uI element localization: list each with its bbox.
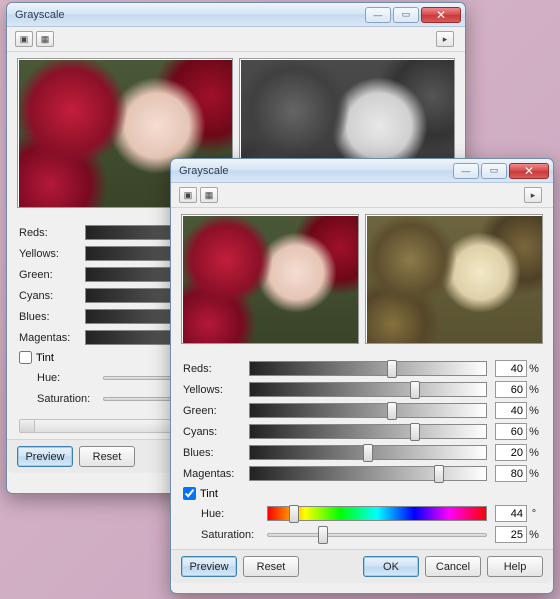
window-title: Grayscale (15, 9, 363, 21)
play-icon[interactable]: ▸ (436, 31, 454, 47)
saturation-label: Saturation: (201, 529, 261, 541)
yellows-slider[interactable] (249, 382, 487, 397)
tint-checkbox[interactable] (19, 351, 32, 364)
yellows-value[interactable] (495, 381, 527, 398)
help-button[interactable]: Help (487, 556, 543, 577)
ok-button[interactable]: OK (363, 556, 419, 577)
close-button[interactable]: ✕ (509, 163, 549, 179)
blues-row: Blues: % (183, 442, 541, 463)
green-value[interactable] (495, 402, 527, 419)
unit: % (527, 468, 541, 480)
cyans-slider[interactable] (249, 424, 487, 439)
preview-original (181, 214, 359, 344)
unit: % (527, 363, 541, 375)
tint-checkbox[interactable] (183, 487, 196, 500)
saturation-row: Saturation: % (183, 524, 541, 545)
hue-slider[interactable] (267, 506, 487, 521)
green-slider[interactable] (249, 403, 487, 418)
play-icon[interactable]: ▸ (524, 187, 542, 203)
cyans-label: Cyans: (183, 426, 243, 438)
reds-label: Reds: (183, 363, 243, 375)
blues-label: Blues: (183, 447, 243, 459)
blues-label: Blues: (19, 311, 79, 323)
cyans-label: Cyans: (19, 290, 79, 302)
reset-button[interactable]: Reset (79, 446, 135, 467)
window-title: Grayscale (179, 165, 451, 177)
yellows-label: Yellows: (183, 384, 243, 396)
saturation-label: Saturation: (37, 393, 97, 405)
hue-value[interactable] (495, 505, 527, 522)
titlebar[interactable]: Grayscale — ▭ ✕ (171, 159, 553, 183)
magentas-slider[interactable] (249, 466, 487, 481)
preview-button[interactable]: Preview (181, 556, 237, 577)
unit: % (527, 405, 541, 417)
reset-button[interactable]: Reset (243, 556, 299, 577)
toolbar: ▣ ▦ ▸ (7, 27, 465, 52)
yellows-label: Yellows: (19, 248, 79, 260)
reds-slider[interactable] (249, 361, 487, 376)
titlebar[interactable]: Grayscale — ▭ ✕ (7, 3, 465, 27)
cancel-button[interactable]: Cancel (425, 556, 481, 577)
saturation-slider[interactable] (267, 533, 487, 537)
collapse-icon[interactable]: ▣ (15, 31, 33, 47)
preview-button[interactable]: Preview (17, 446, 73, 467)
grayscale-dialog-front: Grayscale — ▭ ✕ ▣ ▦ ▸ Reds: % Yellows: %… (170, 158, 554, 594)
hue-label: Hue: (201, 508, 261, 520)
reds-row: Reds: % (183, 358, 541, 379)
magentas-value[interactable] (495, 465, 527, 482)
collapse-icon[interactable]: ▣ (179, 187, 197, 203)
reds-label: Reds: (19, 227, 79, 239)
expand-icon[interactable]: ▦ (36, 31, 54, 47)
hue-row: Hue: ° (183, 503, 541, 524)
tint-row: Tint (183, 484, 541, 503)
close-button[interactable]: ✕ (421, 7, 461, 23)
maximize-button[interactable]: ▭ (393, 7, 419, 23)
tint-label: Tint (200, 488, 218, 500)
green-row: Green: % (183, 400, 541, 421)
green-label: Green: (19, 269, 79, 281)
unit: % (527, 529, 541, 541)
maximize-button[interactable]: ▭ (481, 163, 507, 179)
cyans-value[interactable] (495, 423, 527, 440)
unit: ° (527, 508, 541, 520)
magentas-row: Magentas: % (183, 463, 541, 484)
magentas-label: Magentas: (183, 468, 243, 480)
green-label: Green: (183, 405, 243, 417)
cyans-row: Cyans: % (183, 421, 541, 442)
expand-icon[interactable]: ▦ (200, 187, 218, 203)
channel-controls: Reds: % Yellows: % Green: % Cyans: % Blu… (171, 350, 553, 549)
minimize-button[interactable]: — (365, 7, 391, 23)
minimize-button[interactable]: — (453, 163, 479, 179)
blues-slider[interactable] (249, 445, 487, 460)
saturation-value[interactable] (495, 526, 527, 543)
hue-label: Hue: (37, 372, 97, 384)
preview-panels (171, 208, 553, 350)
unit: % (527, 447, 541, 459)
reds-value[interactable] (495, 360, 527, 377)
tint-label: Tint (36, 352, 54, 364)
button-bar: Preview Reset OK Cancel Help (171, 549, 553, 583)
magentas-label: Magentas: (19, 332, 79, 344)
toolbar: ▣ ▦ ▸ (171, 183, 553, 208)
unit: % (527, 384, 541, 396)
preview-result (365, 214, 543, 344)
yellows-row: Yellows: % (183, 379, 541, 400)
blues-value[interactable] (495, 444, 527, 461)
unit: % (527, 426, 541, 438)
